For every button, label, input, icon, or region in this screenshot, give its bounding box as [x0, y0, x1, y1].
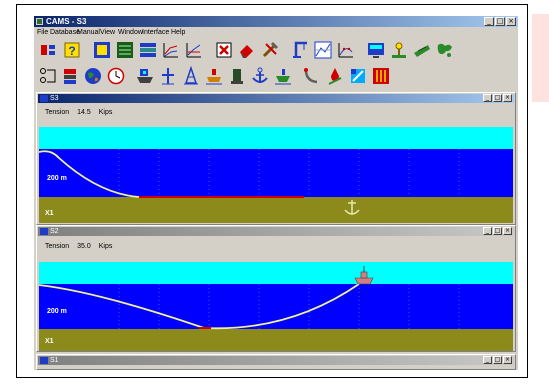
- window-s2-title: S2: [50, 228, 59, 235]
- window-s3-tension-readout: Tension 14.5 Kips: [45, 109, 120, 116]
- mooring-window-s3[interactable]: S3 _ □ × Tension 14.5 Kips 200 m X1: [36, 92, 516, 225]
- page-accent-edge: [532, 14, 549, 102]
- app-title: CAMS - S3: [46, 17, 87, 26]
- drop-icon[interactable]: [325, 66, 345, 86]
- rig-icon[interactable]: [181, 66, 201, 86]
- seabed-label: X1: [45, 338, 54, 345]
- window-s2-close-button[interactable]: ×: [503, 227, 512, 235]
- window-s3-mooring-profile: 200 m X1: [39, 127, 513, 223]
- graph-icon[interactable]: [184, 40, 204, 60]
- window-s3-restore-button[interactable]: □: [493, 94, 502, 102]
- depth-label: 200 m: [47, 175, 67, 182]
- crane-icon[interactable]: [290, 40, 310, 60]
- close-icon[interactable]: [214, 40, 234, 60]
- globe-icon[interactable]: [83, 66, 103, 86]
- tension-unit: Kips: [98, 243, 113, 250]
- window-s2-buttons: _ □ ×: [483, 227, 512, 235]
- tension-value: 14.5: [77, 109, 91, 116]
- clock-icon[interactable]: [106, 66, 126, 86]
- window-s2-restore-button[interactable]: □: [493, 227, 502, 235]
- window-s1-icon: [40, 357, 48, 364]
- window-s1-minimize-button[interactable]: _: [483, 356, 492, 364]
- depth-label: 200 m: [47, 308, 67, 315]
- menu-manual[interactable]: Manual: [77, 27, 100, 38]
- toolbar-row-2: [36, 64, 516, 88]
- app-title-bar[interactable]: CAMS - S3 _ □ ×: [34, 16, 518, 27]
- close-button[interactable]: ×: [506, 17, 516, 26]
- seabed-band: [39, 197, 513, 223]
- chart-icon[interactable]: [161, 40, 181, 60]
- menu-database[interactable]: Database: [50, 27, 80, 38]
- window-s3-close-button[interactable]: ×: [503, 94, 512, 102]
- mooring-window-s2[interactable]: S2 _ □ × Tension 35.0 Kips 200 m X1: [36, 225, 516, 352]
- platform-icon[interactable]: [204, 66, 224, 86]
- menu-window[interactable]: Window: [118, 27, 143, 38]
- flag-icon[interactable]: [348, 66, 368, 86]
- vessel-icon[interactable]: [412, 40, 432, 60]
- anchor-icon[interactable]: [250, 66, 270, 86]
- minimize-button[interactable]: _: [484, 17, 494, 26]
- window-s1-title-bar[interactable]: S1 _ □ ×: [38, 356, 514, 365]
- window-s3-minimize-button[interactable]: _: [483, 94, 492, 102]
- window-s2-mooring-profile: 200 m X1: [39, 262, 513, 351]
- tension-value: 35.0: [77, 243, 91, 250]
- menu-help[interactable]: Help: [171, 27, 185, 38]
- window-s3-icon: [40, 95, 48, 102]
- app-icon[interactable]: [36, 18, 43, 25]
- window-s2-icon: [40, 228, 48, 235]
- menu-interface[interactable]: Interface: [142, 27, 169, 38]
- window-s1-restore-button[interactable]: □: [493, 356, 502, 364]
- ship-icon[interactable]: [135, 66, 155, 86]
- maximize-button[interactable]: □: [495, 17, 505, 26]
- tools-icon[interactable]: [260, 40, 280, 60]
- note-icon[interactable]: [92, 40, 112, 60]
- mast-icon[interactable]: [158, 66, 178, 86]
- window-s1-buttons: _ □ ×: [483, 356, 512, 364]
- tension-unit: Kips: [98, 109, 113, 116]
- svg-text:?: ?: [68, 44, 75, 58]
- window-s2-minimize-button[interactable]: _: [483, 227, 492, 235]
- tension-label: Tension: [45, 243, 70, 250]
- list-icon[interactable]: [115, 40, 135, 60]
- tension-label: Tension: [45, 109, 70, 116]
- winch-icon[interactable]: [227, 66, 247, 86]
- menu-bar: File Database Manual View Window Interfa…: [34, 27, 518, 38]
- menu-view[interactable]: View: [100, 27, 115, 38]
- eraser-icon[interactable]: [237, 40, 257, 60]
- monitor-icon[interactable]: [366, 40, 386, 60]
- fit-icon[interactable]: [336, 40, 356, 60]
- app-window-buttons: _ □ ×: [484, 17, 516, 26]
- window-s2-title-bar[interactable]: S2 _ □ ×: [38, 227, 514, 236]
- meter-icon[interactable]: [371, 66, 391, 86]
- seabed-label: X1: [45, 210, 54, 217]
- layers-icon[interactable]: [138, 40, 158, 60]
- map-icon[interactable]: [435, 40, 455, 60]
- wellhead-icon[interactable]: [389, 40, 409, 60]
- cams-application-window: CAMS - S3 _ □ × File Database Manual Vie…: [34, 16, 518, 370]
- sky-band: [39, 127, 513, 149]
- toolbar-row-1: ?: [36, 38, 516, 62]
- seabed-band: [39, 329, 513, 351]
- window-s3-buttons: _ □ ×: [483, 94, 512, 102]
- window-s3-title-bar[interactable]: S3 _ □ ×: [38, 94, 514, 103]
- window-s2-tension-readout: Tension 35.0 Kips: [45, 243, 120, 250]
- mooring-icon[interactable]: [38, 66, 58, 86]
- window-s1-title: S1: [50, 357, 59, 364]
- window-s1-close-button[interactable]: ×: [503, 356, 512, 364]
- buoy-icon[interactable]: [60, 66, 80, 86]
- layout-icon[interactable]: [38, 40, 58, 60]
- mooring-window-s1[interactable]: S1 _ □ ×: [36, 354, 516, 370]
- plot-icon[interactable]: [313, 40, 333, 60]
- sky-band: [39, 262, 513, 284]
- hull-icon[interactable]: [273, 66, 293, 86]
- window-s3-title: S3: [50, 95, 59, 102]
- help-icon[interactable]: ?: [62, 40, 82, 60]
- line-icon[interactable]: [302, 66, 322, 86]
- menu-file[interactable]: File: [37, 27, 48, 38]
